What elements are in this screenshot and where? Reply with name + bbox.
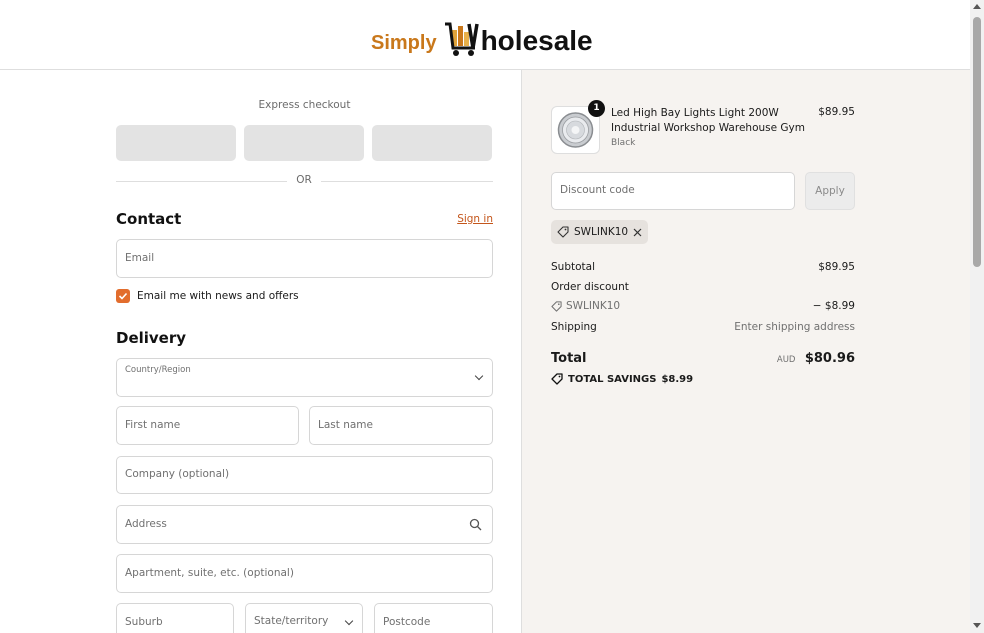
subtotal-value: $89.95 (818, 261, 855, 273)
country-region-label: Country/Region (125, 365, 191, 375)
scrollbar-thumb[interactable] (973, 17, 981, 267)
total-label: Total (551, 351, 587, 366)
newsletter-checkbox[interactable] (116, 289, 130, 303)
first-name-field[interactable]: First name (116, 406, 299, 445)
quantity-badge: 1 (588, 100, 605, 117)
subtotal-label: Subtotal (551, 261, 595, 273)
site-header: Simply holesale (0, 0, 970, 70)
checkout-form-panel: Express checkout OR Contact Sign in Emai… (0, 70, 521, 633)
remove-discount-close-icon[interactable] (633, 228, 642, 237)
email-placeholder: Email (125, 252, 155, 264)
product-name: Led High Bay Lights Light 200W Industria… (611, 107, 805, 134)
search-icon[interactable] (469, 518, 482, 531)
discount-code-placeholder: Discount code (560, 184, 635, 196)
apartment-field[interactable]: Apartment, suite, etc. (optional) (116, 554, 493, 593)
or-divider-text: OR (287, 174, 321, 186)
email-field[interactable]: Email (116, 239, 493, 278)
apply-discount-button[interactable]: Apply (805, 172, 855, 210)
total-savings: TOTAL SAVINGS $8.99 (551, 373, 693, 385)
newsletter-label: Email me with news and offers (137, 290, 299, 302)
total-row: Total AUD $80.96 (551, 351, 855, 366)
express-checkout-title: Express checkout (258, 99, 351, 111)
shipping-row: Shipping Enter shipping address (551, 321, 855, 333)
apartment-placeholder: Apartment, suite, etc. (optional) (125, 567, 294, 579)
shopping-cart-logo-icon (444, 22, 479, 56)
first-name-placeholder: First name (125, 419, 181, 431)
checkmark-icon (118, 292, 128, 300)
discount-code-field[interactable]: Discount code (551, 172, 795, 210)
chevron-down-icon (344, 616, 354, 626)
discount-code-row: SWLINK10 − $8.99 (551, 300, 855, 312)
express-pay-button-1[interactable] (116, 125, 236, 161)
company-field[interactable]: Company (optional) (116, 456, 493, 494)
subtotal-row: Subtotal $89.95 (551, 261, 855, 273)
address-placeholder: Address (125, 518, 167, 530)
applied-discount-code: SWLINK10 (574, 226, 629, 238)
company-placeholder: Company (optional) (125, 468, 230, 480)
tag-icon (551, 300, 562, 312)
logo-wholesale-text: holesale (480, 25, 593, 56)
suburb-field[interactable]: Suburb (116, 603, 234, 633)
postcode-placeholder: Postcode (383, 616, 431, 628)
total-savings-value: $8.99 (661, 373, 694, 385)
state-territory-select[interactable]: State/territory (245, 603, 363, 633)
total-savings-label: TOTAL SAVINGS (568, 373, 657, 385)
scroll-down-arrow-icon[interactable] (973, 623, 981, 628)
logo-simply-text: Simply (371, 32, 437, 54)
shipping-value: Enter shipping address (734, 321, 855, 333)
postcode-field[interactable]: Postcode (374, 603, 493, 633)
country-region-select[interactable]: Country/Region (116, 358, 493, 397)
order-summary-panel: 1 Led High Bay Lights Light 200W Industr… (521, 70, 970, 633)
discount-code-name: SWLINK10 (566, 300, 621, 312)
discount-code-info: SWLINK10 (551, 300, 620, 312)
site-logo[interactable]: Simply holesale (371, 14, 593, 58)
applied-discount-chip: SWLINK10 (551, 220, 649, 244)
product-price: $89.95 (818, 106, 855, 118)
express-pay-button-3[interactable] (372, 125, 492, 161)
tag-icon (551, 373, 563, 385)
order-discount-label: Order discount (551, 281, 629, 293)
last-name-placeholder: Last name (318, 419, 373, 431)
scroll-up-arrow-icon[interactable] (973, 4, 981, 9)
shipping-label: Shipping (551, 321, 597, 333)
address-field[interactable]: Address (116, 505, 493, 544)
chevron-down-icon (474, 371, 484, 381)
state-territory-placeholder: State/territory (254, 615, 329, 627)
sign-in-link[interactable]: Sign in (449, 213, 493, 225)
delivery-heading: Delivery (116, 329, 187, 347)
last-name-field[interactable]: Last name (309, 406, 493, 445)
discount-amount: − $8.99 (812, 300, 855, 312)
product-variant: Black (611, 138, 636, 148)
total-currency: AUD (776, 355, 796, 365)
order-discount-row: Order discount (551, 281, 855, 293)
page-scrollbar[interactable] (970, 0, 984, 633)
tag-icon (557, 226, 569, 238)
total-value: $80.96 (804, 351, 855, 366)
express-pay-button-2[interactable] (244, 125, 364, 161)
contact-heading: Contact (116, 210, 182, 228)
suburb-placeholder: Suburb (125, 616, 163, 628)
